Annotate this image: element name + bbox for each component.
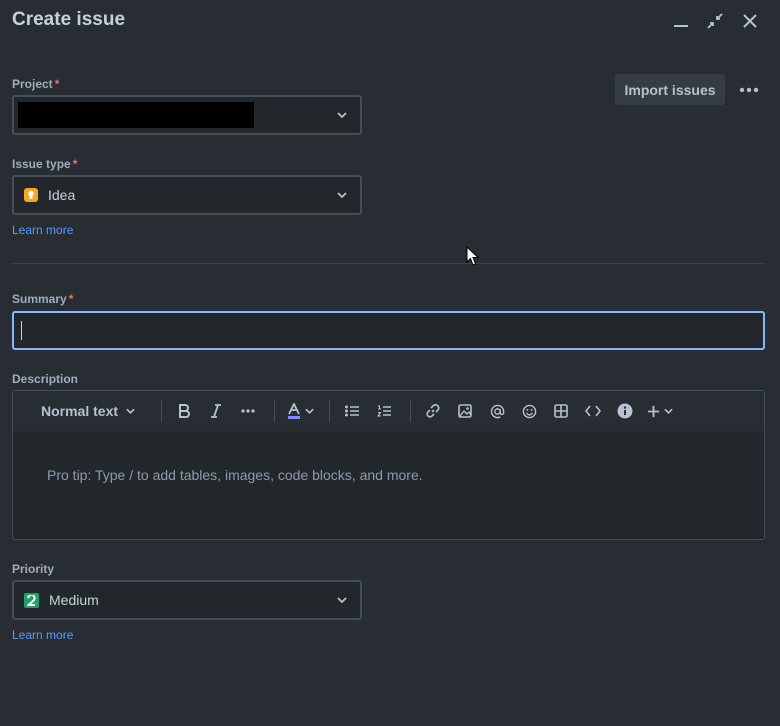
emoji-button[interactable] (515, 397, 543, 425)
minimize-button[interactable] (668, 8, 694, 34)
issue-type-label: Issue type * (12, 157, 78, 171)
link-button[interactable] (419, 397, 447, 425)
more-actions-button[interactable] (734, 76, 764, 104)
numbered-list-button[interactable] (370, 397, 398, 425)
italic-button[interactable] (202, 397, 230, 425)
bold-button[interactable] (170, 397, 198, 425)
issue-type-select[interactable]: Idea (12, 175, 362, 215)
issue-type-learn-more-link[interactable]: Learn more (12, 223, 73, 237)
dialog-title: Create issue (12, 9, 126, 30)
text-style-label: Normal text (41, 403, 119, 419)
mention-button[interactable] (483, 397, 511, 425)
project-label: Project * (12, 77, 60, 91)
chevron-down-icon (304, 408, 314, 414)
table-button[interactable] (547, 397, 575, 425)
info-panel-button[interactable] (611, 397, 639, 425)
divider (12, 263, 765, 264)
numbered-list-icon (377, 405, 392, 417)
chevron-down-icon (334, 592, 350, 608)
text-color-button[interactable] (283, 397, 317, 425)
issue-type-value: Idea (48, 187, 76, 203)
project-select[interactable] (12, 95, 362, 135)
summary-label: Summary * (12, 292, 74, 306)
plus-icon (647, 405, 660, 417)
chevron-down-icon (126, 408, 135, 414)
chevron-down-icon (664, 408, 673, 414)
more-formatting-button[interactable] (234, 397, 262, 425)
required-mark: * (68, 292, 74, 306)
close-icon (743, 14, 757, 28)
text-style-dropdown[interactable]: Normal text (27, 397, 149, 425)
chevron-down-icon (334, 107, 350, 123)
summary-input[interactable] (12, 311, 765, 350)
toolbar-separator (274, 400, 276, 422)
text-caret (21, 321, 22, 340)
priority-learn-more-link[interactable]: Learn more (12, 628, 73, 642)
priority-medium-icon (24, 592, 39, 608)
code-icon (585, 405, 602, 417)
collapse-icon (707, 13, 723, 29)
redacted-project-value (18, 102, 254, 128)
chevron-down-icon (334, 187, 350, 203)
description-editor[interactable]: Normal text Pro tip: Type / to add table… (12, 390, 765, 540)
image-icon (458, 404, 472, 418)
description-text-area[interactable]: Pro tip: Type / to add tables, images, c… (13, 431, 764, 539)
mention-icon (490, 404, 504, 418)
toolbar-separator (329, 400, 331, 422)
toolbar-separator (410, 400, 412, 422)
bullet-list-icon (345, 405, 360, 417)
more-horizontal-icon (739, 87, 759, 93)
toolbar-separator (161, 400, 163, 422)
bullet-list-button[interactable] (338, 397, 366, 425)
italic-icon (211, 404, 222, 418)
bold-icon (179, 404, 190, 418)
description-label: Description (12, 372, 79, 386)
lightbulb-icon (24, 188, 38, 202)
insert-more-button[interactable] (643, 397, 677, 425)
editor-toolbar: Normal text (13, 391, 764, 431)
emoji-icon (522, 404, 536, 418)
close-button[interactable] (737, 8, 763, 34)
required-mark: * (72, 157, 78, 171)
more-formatting-icon (241, 409, 255, 413)
priority-select[interactable]: Medium (12, 580, 362, 620)
minimize-icon (674, 25, 688, 27)
import-issues-button[interactable]: Import issues (615, 74, 725, 105)
collapse-button[interactable] (702, 8, 728, 34)
required-mark: * (54, 77, 60, 91)
link-icon (426, 404, 440, 418)
text-color-icon (287, 403, 300, 419)
table-icon (554, 404, 568, 418)
info-icon (617, 403, 633, 419)
priority-value: Medium (49, 592, 99, 608)
image-button[interactable] (451, 397, 479, 425)
priority-label: Priority (12, 562, 55, 576)
description-placeholder: Pro tip: Type / to add tables, images, c… (47, 467, 423, 483)
code-button[interactable] (579, 397, 607, 425)
mouse-cursor-icon (466, 245, 480, 272)
